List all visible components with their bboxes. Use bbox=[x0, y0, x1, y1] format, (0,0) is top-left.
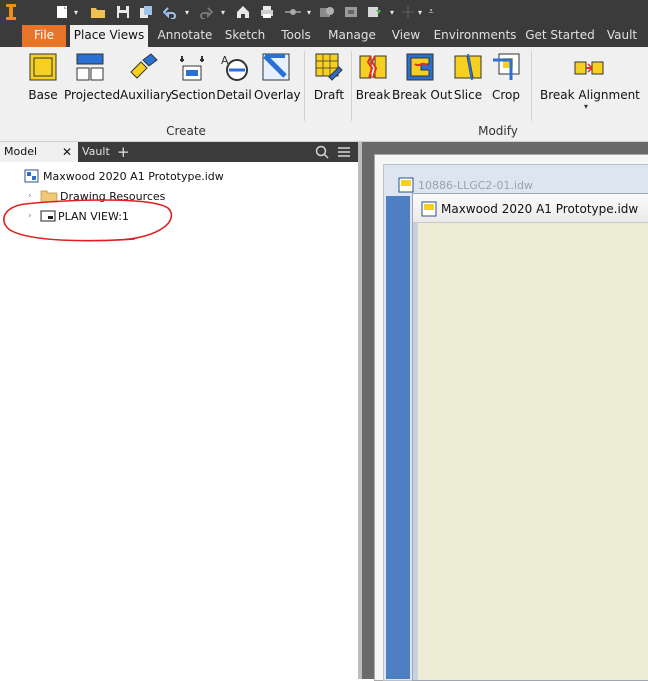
projected-view-icon bbox=[76, 53, 104, 81]
redo-icon[interactable] bbox=[198, 4, 214, 20]
slice-label: Slice bbox=[453, 88, 483, 102]
create-group-label: Create bbox=[166, 124, 206, 138]
projected-view-label: Projected bbox=[64, 88, 121, 102]
home-icon[interactable] bbox=[235, 4, 251, 20]
draft-view-icon bbox=[315, 53, 343, 81]
slice-button[interactable]: Slice bbox=[451, 47, 485, 127]
base-view-button[interactable]: Base bbox=[26, 47, 60, 127]
document-window-active[interactable]: Maxwood 2020 A1 Prototype.idw bbox=[412, 193, 648, 681]
tab-annotate[interactable]: Annotate bbox=[154, 25, 216, 47]
dropdown-icon[interactable]: ▾ bbox=[183, 4, 191, 20]
dropdown-icon[interactable]: ▾ bbox=[584, 102, 588, 111]
tab-environments[interactable]: Environments bbox=[432, 25, 518, 47]
base-view-label: Base bbox=[28, 88, 58, 102]
document-window-frame bbox=[386, 196, 410, 679]
tab-file[interactable]: File bbox=[22, 25, 66, 47]
update-icon[interactable] bbox=[366, 4, 384, 20]
ribbon-separator bbox=[531, 51, 532, 121]
menu-icon[interactable] bbox=[337, 142, 353, 162]
browser-tab-bar: Model ✕ Vault + bbox=[0, 142, 358, 162]
overlay-view-icon bbox=[262, 53, 290, 81]
drawing-document-icon bbox=[421, 201, 437, 217]
tab-vault-browser[interactable]: Vault bbox=[82, 142, 112, 162]
tab-model-label: Model bbox=[4, 145, 38, 158]
crop-icon bbox=[493, 53, 520, 80]
add-tab-icon[interactable]: + bbox=[117, 142, 130, 162]
overlay-view-label: Overlay bbox=[254, 88, 301, 102]
auxiliary-view-label: Auxiliary bbox=[120, 88, 173, 102]
break-label: Break bbox=[355, 88, 391, 102]
document-frame-edge bbox=[413, 223, 418, 680]
tree-root-item[interactable]: Maxwood 2020 A1 Prototype.idw bbox=[24, 167, 224, 185]
open-folder-icon[interactable] bbox=[89, 4, 107, 20]
projected-view-button[interactable]: Projected bbox=[64, 47, 121, 127]
draft-view-label: Draft bbox=[313, 88, 345, 102]
dropdown-icon[interactable]: ▾ bbox=[305, 4, 313, 20]
dropdown-icon[interactable]: ▾ bbox=[416, 4, 424, 20]
dropdown-icon[interactable]: ▾ bbox=[388, 4, 396, 20]
crop-button[interactable]: Crop bbox=[488, 47, 524, 127]
auxiliary-view-button[interactable]: Auxiliary bbox=[120, 47, 173, 127]
detail-view-button[interactable]: A Detail bbox=[216, 47, 252, 127]
break-alignment-icon bbox=[574, 61, 604, 75]
save-copy-icon[interactable] bbox=[138, 4, 154, 20]
ribbon-separator bbox=[351, 51, 352, 121]
drawing-file-icon bbox=[24, 169, 39, 183]
overlay-view-button[interactable]: Overlay bbox=[254, 47, 301, 127]
break-out-button[interactable]: Break Out bbox=[392, 47, 453, 127]
inventor-logo-icon[interactable] bbox=[4, 4, 18, 20]
detail-view-icon: A bbox=[221, 54, 248, 81]
print-icon[interactable] bbox=[259, 4, 275, 20]
ribbon-separator bbox=[304, 51, 305, 121]
crop-label: Crop bbox=[491, 88, 520, 102]
document-title: 10886-LLGC2-01.idw bbox=[418, 179, 533, 192]
document-titlebar: Maxwood 2020 A1 Prototype.idw bbox=[413, 194, 648, 223]
tab-sketch[interactable]: Sketch bbox=[221, 25, 269, 47]
detail-view-label: Detail bbox=[216, 88, 252, 102]
drawing-document-icon bbox=[398, 177, 414, 193]
tree-root-label: Maxwood 2020 A1 Prototype.idw bbox=[43, 169, 224, 183]
ribbon-panel: Base Projected Auxiliary Section A Detai… bbox=[0, 47, 648, 142]
search-icon[interactable] bbox=[315, 142, 331, 162]
tab-vault[interactable]: Vault bbox=[602, 25, 642, 47]
tab-manage[interactable]: Manage bbox=[323, 25, 381, 47]
tab-model[interactable]: Model ✕ bbox=[0, 142, 78, 162]
section-view-icon bbox=[180, 56, 204, 81]
break-alignment-label: Break Alignment bbox=[540, 88, 640, 102]
break-icon bbox=[359, 55, 387, 79]
dropdown-icon[interactable]: ▾ bbox=[72, 4, 80, 20]
undo-icon[interactable] bbox=[162, 4, 178, 20]
break-button[interactable]: Break bbox=[355, 47, 391, 127]
tab-view[interactable]: View bbox=[386, 25, 426, 47]
section-view-button[interactable]: Section bbox=[171, 47, 216, 127]
tab-get-started[interactable]: Get Started bbox=[525, 25, 595, 47]
close-icon[interactable]: ✕ bbox=[62, 142, 72, 162]
base-view-icon bbox=[29, 53, 57, 81]
break-out-label: Break Out bbox=[392, 88, 453, 102]
quick-access-toolbar: ▾ ▾ ▾ ▾ ▾ ▾ ⩡ bbox=[0, 0, 648, 25]
section-view-label: Section bbox=[171, 88, 216, 102]
modify-group-label: Modify bbox=[478, 124, 518, 138]
ribbon-tab-bar: File Place Views Annotate Sketch Tools M… bbox=[0, 25, 648, 47]
tab-place-views[interactable]: Place Views bbox=[70, 25, 148, 47]
red-annotation-ellipse bbox=[3, 199, 173, 242]
model-browser-panel: Model ✕ Vault + Maxwood 2020 A1 Prototyp… bbox=[0, 142, 358, 679]
slice-icon bbox=[454, 53, 482, 81]
break-out-icon bbox=[406, 53, 434, 81]
appearance-icon[interactable] bbox=[318, 4, 336, 20]
dropdown-icon[interactable]: ▾ bbox=[219, 4, 227, 20]
customize-icon[interactable]: ⩡ bbox=[426, 4, 436, 20]
draft-view-button[interactable]: Draft bbox=[311, 47, 347, 127]
break-alignment-button[interactable]: Break Alignment ▾ bbox=[540, 47, 640, 115]
measure-icon[interactable] bbox=[283, 4, 303, 20]
auxiliary-view-icon bbox=[130, 53, 158, 79]
save-icon[interactable] bbox=[115, 4, 131, 20]
document-title: Maxwood 2020 A1 Prototype.idw bbox=[441, 202, 639, 216]
tab-tools[interactable]: Tools bbox=[275, 25, 317, 47]
material-icon[interactable] bbox=[342, 4, 360, 20]
new-document-icon[interactable] bbox=[54, 4, 70, 20]
adjust-icon[interactable] bbox=[400, 4, 416, 20]
